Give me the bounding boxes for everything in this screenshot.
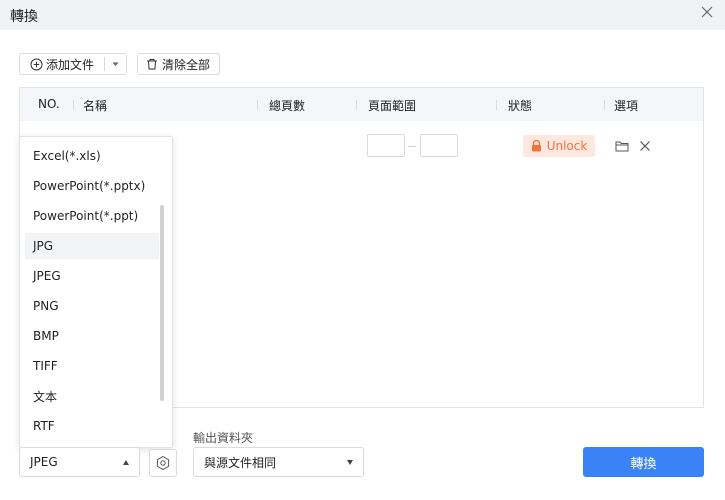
format-option-xls[interactable]: Excel(*.xls): [25, 143, 159, 169]
dropdown-scrollbar[interactable]: [160, 205, 164, 401]
add-file-main[interactable]: 添加文件: [20, 54, 104, 74]
page-range-end-input[interactable]: [420, 134, 458, 157]
convert-button[interactable]: 轉換: [583, 447, 704, 477]
trash-icon: [147, 59, 157, 70]
add-file-button[interactable]: 添加文件: [19, 53, 127, 75]
header-divider: [257, 100, 258, 110]
format-option-ppt[interactable]: PowerPoint(*.ppt): [25, 203, 159, 229]
unlock-button[interactable]: Unlock: [523, 135, 595, 157]
remove-row-icon[interactable]: [638, 139, 652, 153]
format-option-tiff[interactable]: TIFF: [25, 353, 159, 379]
window-title: 轉換: [10, 9, 38, 25]
add-file-label: 添加文件: [46, 57, 95, 72]
page-range-start-input[interactable]: [367, 134, 405, 157]
format-option-jpeg[interactable]: JPEG: [25, 263, 159, 289]
header-divider: [496, 100, 497, 110]
close-icon[interactable]: [699, 4, 715, 20]
output-folder-label: 輸出資料夾: [193, 431, 254, 445]
format-settings-button[interactable]: [149, 449, 177, 477]
format-option-bmp[interactable]: BMP: [25, 323, 159, 349]
header-name: 名稱: [83, 99, 108, 113]
clear-all-label: 清除全部: [162, 57, 211, 72]
clear-all-button[interactable]: 清除全部: [137, 53, 220, 75]
format-option-rtf[interactable]: RTF: [25, 413, 159, 439]
header-divider: [356, 100, 357, 110]
page-range-dash: [408, 146, 416, 147]
caret-up-icon: [123, 460, 129, 465]
output-folder-select[interactable]: 與源文件相同: [193, 447, 364, 477]
header-divider: [604, 100, 605, 110]
caret-down-icon: [347, 460, 353, 465]
table-header: NO. 名稱 總頁數 頁面範圍 狀態 選項: [20, 88, 703, 121]
header-total-pages: 總頁數: [269, 99, 306, 113]
header-page-range: 頁面範圍: [368, 99, 417, 113]
format-select[interactable]: JPEG: [19, 447, 140, 477]
lock-icon: [531, 140, 541, 152]
chevron-down-icon: [112, 62, 119, 66]
header-divider: [73, 100, 74, 110]
format-option-text[interactable]: 文本: [25, 383, 159, 409]
header-status: 狀態: [508, 99, 533, 113]
header-no: NO.: [38, 97, 60, 111]
add-file-dropdown[interactable]: [105, 54, 126, 74]
convert-label: 轉換: [630, 456, 657, 472]
plus-circle-icon: [30, 58, 43, 70]
format-select-value: JPEG: [30, 455, 58, 469]
settings-hexagon-icon: [156, 455, 170, 471]
format-option-png[interactable]: PNG: [25, 293, 159, 319]
folder-icon[interactable]: [615, 139, 629, 153]
unlock-label: Unlock: [546, 139, 588, 153]
format-option-jpg[interactable]: JPG: [25, 233, 159, 259]
header-options: 選項: [614, 99, 639, 113]
format-dropdown-menu: Excel(*.xls) PowerPoint(*.pptx) PowerPoi…: [19, 136, 173, 448]
output-folder-value: 與源文件相同: [204, 455, 277, 470]
format-option-pptx[interactable]: PowerPoint(*.pptx): [25, 173, 159, 199]
title-bar: 轉換: [0, 0, 725, 30]
